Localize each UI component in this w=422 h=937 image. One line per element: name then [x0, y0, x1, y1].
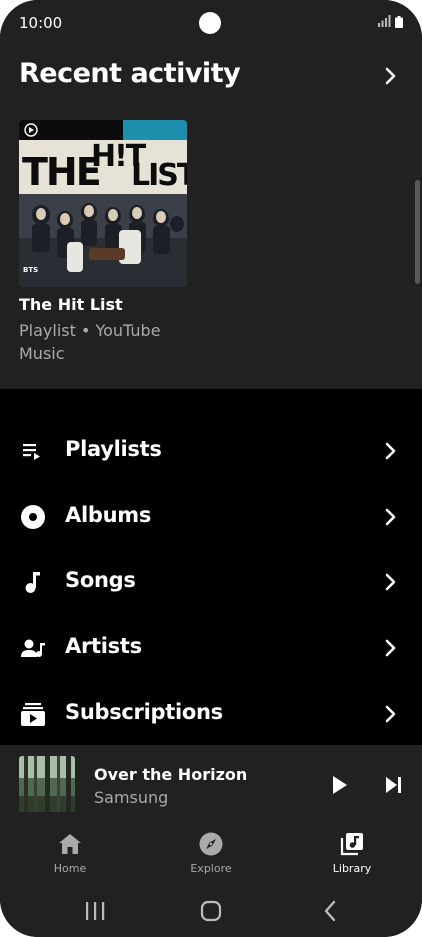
system-navigation-bar	[0, 885, 422, 937]
recent-apps-icon[interactable]	[82, 898, 108, 924]
cover-illustration: THE H!T LIST BTS	[19, 120, 187, 287]
nav-home[interactable]: Home	[25, 831, 115, 881]
menu-item-label: Artists	[65, 634, 142, 658]
chevron-right-icon	[385, 573, 396, 591]
scrollbar[interactable]	[415, 180, 420, 284]
compass-icon	[199, 832, 223, 856]
recent-activity-section: 10:00 Recent activity THE H!T LIS BTS Th…	[0, 0, 422, 389]
cover-heading-left: THE	[22, 150, 100, 194]
bottom-navigation: Home Explore Library	[0, 823, 422, 885]
nav-label: Library	[332, 862, 372, 875]
album-icon	[21, 505, 45, 529]
music-note-icon	[25, 572, 40, 593]
mini-player[interactable]: Over the Horizon Samsung	[0, 745, 422, 823]
phone-screen: 10:00 Recent activity THE H!T LIS BTS Th…	[0, 0, 422, 937]
chevron-right-icon	[385, 508, 396, 526]
camera-cutout	[199, 12, 221, 34]
library-icon	[340, 833, 363, 856]
artist-icon	[21, 639, 45, 657]
nav-explore[interactable]: Explore	[166, 831, 256, 881]
menu-item-label: Subscriptions	[65, 700, 223, 724]
menu-item-songs[interactable]: Songs	[0, 551, 422, 611]
nav-label: Explore	[190, 862, 232, 875]
chevron-right-icon	[385, 639, 396, 657]
back-icon[interactable]	[318, 898, 344, 924]
nav-library[interactable]: Library	[307, 831, 397, 881]
now-playing-title: Over the Horizon	[94, 765, 248, 784]
battery-icon	[395, 16, 403, 28]
menu-item-artists[interactable]: Artists	[0, 617, 422, 677]
menu-item-label: Albums	[65, 503, 152, 527]
chevron-right-icon	[385, 442, 396, 460]
signal-icon	[378, 15, 391, 27]
chevron-right-icon[interactable]	[378, 64, 402, 88]
menu-item-label: Playlists	[65, 437, 162, 461]
skip-next-icon[interactable]	[381, 772, 407, 798]
play-icon[interactable]	[326, 772, 352, 798]
menu-item-label: Songs	[65, 568, 136, 592]
nav-label: Home	[53, 862, 87, 875]
now-playing-artist: Samsung	[94, 788, 169, 807]
section-title: Recent activity	[19, 58, 241, 89]
cover-badge: BTS	[23, 266, 38, 274]
home-icon	[59, 834, 81, 854]
menu-item-playlists[interactable]: Playlists	[0, 420, 422, 480]
playlist-cover-image[interactable]: THE H!T LIST BTS	[19, 120, 187, 287]
now-playing-thumbnail[interactable]	[19, 756, 75, 812]
status-time: 10:00	[19, 14, 63, 32]
playlist-icon	[23, 444, 40, 460]
status-bar: 10:00	[0, 0, 422, 46]
card-subtitle: Playlist • YouTube Music	[19, 321, 161, 363]
subscriptions-icon	[21, 703, 45, 726]
chevron-right-icon	[385, 705, 396, 723]
home-button-icon[interactable]	[198, 898, 224, 924]
cover-heading-right: LIST	[131, 158, 187, 193]
forest-artwork	[19, 756, 75, 812]
card-title[interactable]: The Hit List	[19, 295, 123, 314]
menu-item-subscriptions[interactable]: Subscriptions	[0, 683, 422, 743]
menu-item-albums[interactable]: Albums	[0, 486, 422, 546]
